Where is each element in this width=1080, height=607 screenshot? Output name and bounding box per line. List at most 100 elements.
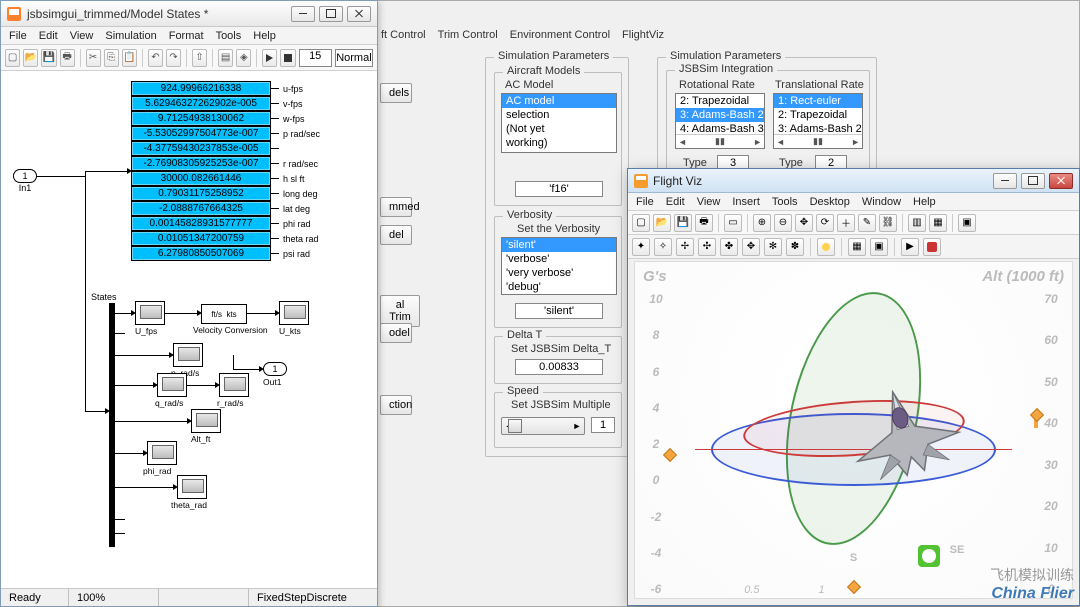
fv-menu-edit[interactable]: Edit [666, 196, 685, 208]
textbox-dt[interactable]: 0.00833 [515, 359, 603, 375]
fv-play-icon[interactable]: ▶ [901, 238, 919, 256]
menu-simulation[interactable]: Simulation [105, 30, 156, 42]
display-value[interactable]: 6.27980850507069 [131, 246, 271, 261]
bg-tab-flightviz[interactable]: FlightViz [622, 29, 664, 47]
fv-menu-view[interactable]: View [697, 196, 721, 208]
run-icon[interactable] [262, 49, 277, 67]
fv-zoomin-icon[interactable]: ⊕ [753, 214, 771, 232]
fv-pointer-icon[interactable]: ▭ [724, 214, 742, 232]
stub-del[interactable]: del [380, 225, 412, 245]
fv-stop-icon[interactable] [923, 238, 941, 256]
display-value[interactable]: 30000.082661446 [131, 171, 271, 186]
fv-axis3-icon[interactable]: ✢ [676, 238, 694, 256]
display-value[interactable]: 0.01051347200759 [131, 231, 271, 246]
menu-file[interactable]: File [9, 30, 27, 42]
stub-dels[interactable]: dels [380, 83, 412, 103]
maximize-button[interactable] [319, 6, 343, 22]
listbox-ac-models[interactable]: AC model selection (Not yet working) [501, 93, 617, 153]
fv-link-icon[interactable]: ⛓ [879, 214, 897, 232]
fv-menu-insert[interactable]: Insert [732, 196, 760, 208]
minimize-button[interactable] [291, 6, 315, 22]
fv-dock-icon[interactable]: ▣ [958, 214, 976, 232]
scope-rrad[interactable] [219, 373, 249, 397]
verb-item-2[interactable]: 'very verbose' [502, 266, 616, 280]
display-value[interactable]: -2.76908305925253e-007 [131, 156, 271, 171]
print-icon[interactable]: 🖶 [60, 49, 75, 67]
redo-icon[interactable]: ↷ [166, 49, 181, 67]
fv-axis1-icon[interactable]: ✦ [632, 238, 650, 256]
fv-menu-desktop[interactable]: Desktop [810, 196, 850, 208]
stub-ction[interactable]: ction [380, 395, 412, 415]
fv-minimize-button[interactable] [993, 173, 1017, 189]
fv-menu-help[interactable]: Help [913, 196, 936, 208]
simmode-dropdown[interactable]: Normal [335, 49, 373, 67]
fv-datacursor-icon[interactable]: ＋ [837, 214, 855, 232]
fv-light-icon[interactable] [817, 238, 835, 256]
cut-icon[interactable]: ✂ [86, 49, 101, 67]
model-explorer-icon[interactable]: ◈ [236, 49, 251, 67]
simulink-canvas[interactable]: 924.99966216338u-fps5.62946327262902e-00… [1, 73, 377, 588]
block-velocity-conversion[interactable]: ft/s kts [201, 304, 247, 324]
undo-icon[interactable]: ↶ [148, 49, 163, 67]
scope-prad[interactable] [173, 343, 203, 367]
menu-view[interactable]: View [70, 30, 94, 42]
listbox-trans-rate[interactable]: 1: Rect-euler 2: Trapezoidal 3: Adams-Ba… [773, 93, 863, 149]
display-value[interactable]: -2.0888767664325 [131, 201, 271, 216]
tr-it-0[interactable]: 1: Rect-euler [774, 94, 862, 108]
bg-tab-trimcontrol[interactable]: Trim Control [438, 29, 498, 47]
scope-phi[interactable] [147, 441, 177, 465]
copy-icon[interactable]: ⎘ [104, 49, 119, 67]
fv-brush-icon[interactable]: ✎ [858, 214, 876, 232]
display-value[interactable]: 0.79031175258952 [131, 186, 271, 201]
trans-scrollbar[interactable]: ◄▮▮► [774, 134, 862, 148]
rot-it-0[interactable]: 2: Trapezoidal [676, 94, 764, 108]
up-icon[interactable]: ⇧ [192, 49, 207, 67]
display-value[interactable]: 5.62946327262902e-005 [131, 96, 271, 111]
outport-out1[interactable]: 1 [263, 362, 287, 376]
scope-theta[interactable] [177, 475, 207, 499]
textbox-verbosity[interactable]: 'silent' [515, 303, 603, 319]
fv-colorbar-icon[interactable]: ▥ [908, 214, 926, 232]
textbox-ac-selected[interactable]: 'f16' [515, 181, 603, 197]
paste-icon[interactable]: 📋 [122, 49, 137, 67]
fv-axis2-icon[interactable]: ✧ [654, 238, 672, 256]
ac-item-3[interactable]: working) [502, 136, 616, 150]
verb-item-3[interactable]: 'debug' [502, 280, 616, 294]
bg-tab-envcontrol[interactable]: Environment Control [510, 29, 610, 47]
stoptime-field[interactable]: 15 [299, 49, 332, 67]
fv-pan-icon[interactable]: ✥ [795, 214, 813, 232]
fv-new-icon[interactable]: ▢ [632, 214, 650, 232]
fv-maximize-button[interactable] [1021, 173, 1045, 189]
tr-it-1[interactable]: 2: Trapezoidal [774, 108, 862, 122]
scope-qrad[interactable] [157, 373, 187, 397]
menu-tools[interactable]: Tools [216, 30, 242, 42]
save-icon[interactable]: 💾 [41, 49, 56, 67]
demux-bar[interactable] [109, 303, 115, 547]
listbox-rot-rate[interactable]: 2: Trapezoidal 3: Adams-Bash 2 4: Adams-… [675, 93, 765, 149]
textbox-speed[interactable]: 1 [591, 417, 615, 433]
stub-mmed[interactable]: mmed [380, 197, 412, 217]
fv-axis4-icon[interactable]: ✣ [698, 238, 716, 256]
flightviz-titlebar[interactable]: Flight Viz [628, 169, 1079, 193]
stub-idel[interactable]: odel [380, 323, 412, 343]
fv-rotate-icon[interactable]: ⟳ [816, 214, 834, 232]
scope-alt[interactable] [191, 409, 221, 433]
fv-menu-file[interactable]: File [636, 196, 654, 208]
fv-menu-window[interactable]: Window [862, 196, 901, 208]
close-button[interactable] [347, 6, 371, 22]
display-value[interactable]: 924.99966216338 [131, 81, 271, 96]
display-value[interactable]: 9.71254938130062 [131, 111, 271, 126]
ac-item-1[interactable]: selection [502, 108, 616, 122]
flightviz-axes[interactable]: G's Alt (1000 ft) 1086420-2-4-6 70605040… [634, 261, 1073, 599]
fv-axis6-icon[interactable]: ✥ [742, 238, 760, 256]
rot-it-1[interactable]: 3: Adams-Bash 2 [676, 108, 764, 122]
fv-close-button[interactable] [1049, 173, 1073, 189]
rot-scrollbar[interactable]: ◄▮▮► [676, 134, 764, 148]
stop-icon[interactable] [280, 49, 295, 67]
scope-ufps[interactable] [135, 301, 165, 325]
listbox-verbosity[interactable]: 'silent' 'verbose' 'very verbose' 'debug… [501, 237, 617, 295]
display-value[interactable]: 0.00145828931577777 [131, 216, 271, 231]
menu-edit[interactable]: Edit [39, 30, 58, 42]
verb-item-1[interactable]: 'verbose' [502, 252, 616, 266]
open-icon[interactable]: 📂 [23, 49, 38, 67]
